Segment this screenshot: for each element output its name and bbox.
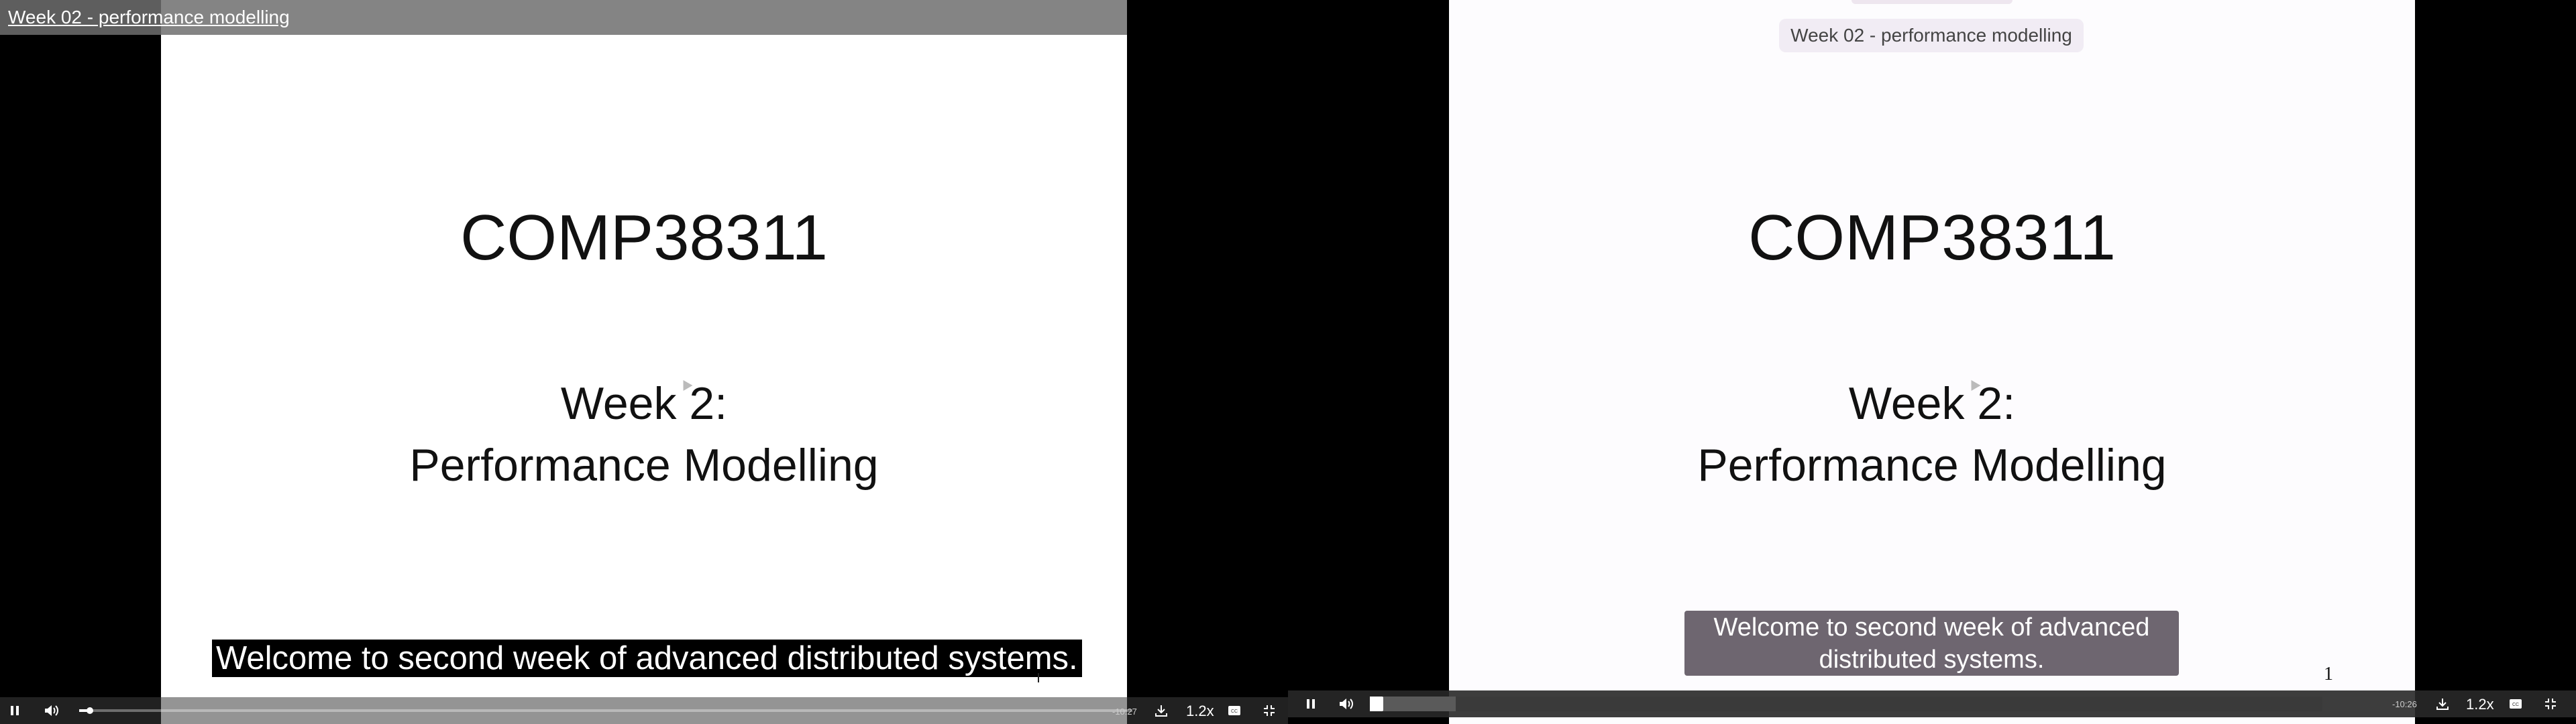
slide-tick-mark [1038,673,1039,682]
video-player-left[interactable]: COMP38311 Week 2: Performance Modelling … [0,0,1288,724]
caption-box: Welcome to second week of advanced distr… [1684,611,2179,676]
exit-fullscreen-icon[interactable] [2542,696,2559,712]
title-bar: Week 02 - performance modelling [0,0,1127,35]
caption-line-1: Welcome to second week of advanced [1713,613,2150,642]
progress-handle[interactable] [1375,697,1384,711]
progress-bar[interactable] [79,707,1132,714]
pause-icon[interactable] [7,703,23,719]
slide-week: Week 2: [1848,378,2016,429]
captions-icon[interactable]: CC [2508,696,2524,712]
video-title-link[interactable]: Week 02 - performance modelling [8,7,290,28]
caption-line-2: distributed systems. [1819,645,2045,674]
svg-text:CC: CC [2512,703,2519,707]
slide-week: Week 2: [560,378,728,429]
exit-fullscreen-icon[interactable] [1261,703,1277,719]
volume-icon[interactable] [43,703,60,719]
control-bar: -10:27 1.2x CC [0,697,1288,724]
time-remaining: -10:26 [2392,699,2417,709]
captions-icon[interactable]: CC [1226,703,1242,719]
video-title-pill[interactable]: Week 02 - performance modelling [1779,19,2084,52]
slide-course-code: COMP38311 [460,202,828,274]
download-icon[interactable] [1152,703,1170,719]
progress-bar[interactable] [1370,697,2322,711]
slide-topic: Performance Modelling [409,440,879,491]
progress-handle[interactable] [86,707,93,714]
time-remaining: -10:27 [1112,707,1137,717]
control-bar: -10:26 1.2x CC [1288,690,2576,717]
download-icon[interactable] [2434,696,2451,712]
pause-icon[interactable] [1303,696,1319,712]
slide-topic: Performance Modelling [1697,440,2167,491]
volume-icon[interactable] [1338,696,1355,712]
caption-text: Welcome to second week of advanced distr… [212,640,1082,677]
svg-text:CC: CC [1231,709,1238,714]
slide-frame: COMP38311 Week 2: Performance Modelling [161,0,1127,724]
slide-course-code: COMP38311 [1748,202,2116,274]
slide-page-number: 1 [2324,664,2333,684]
playback-speed[interactable]: 1.2x [1186,703,1214,720]
title-pill-shadow [1851,0,2012,4]
playback-speed[interactable]: 1.2x [2466,696,2494,713]
